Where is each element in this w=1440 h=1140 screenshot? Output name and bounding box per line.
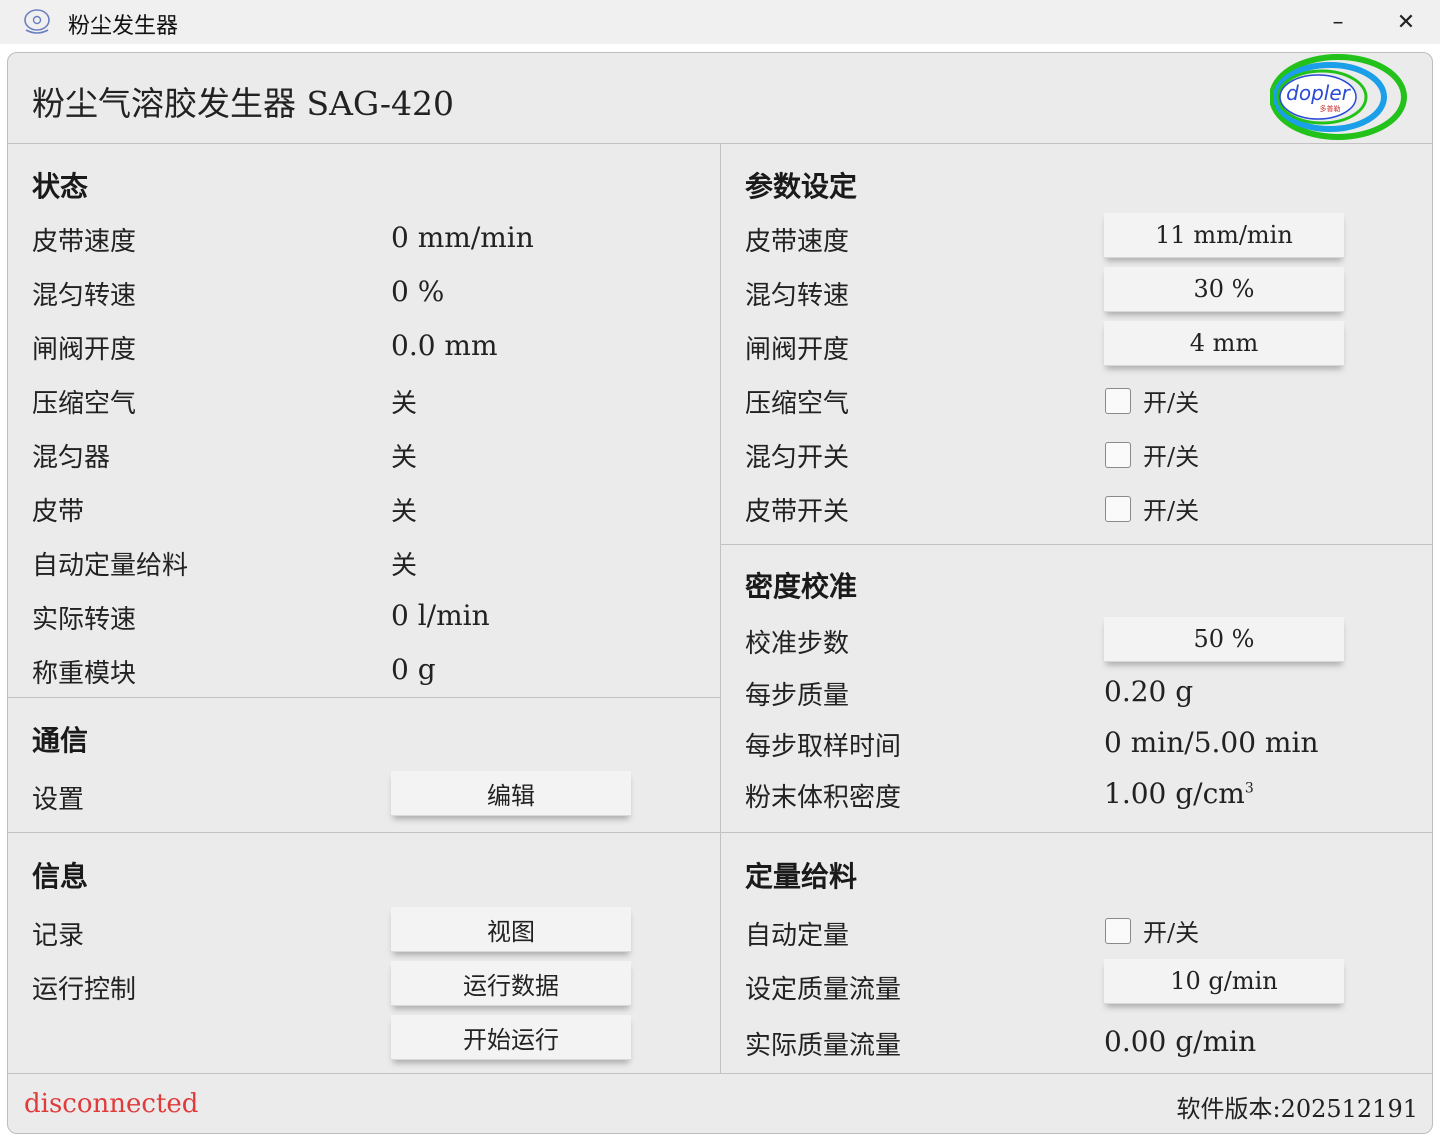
checkbox-label: 开/关	[1143, 389, 1200, 417]
air-checkbox[interactable]: 开/关	[1105, 383, 1199, 418]
mixer-checkbox[interactable]: 开/关	[1105, 437, 1199, 472]
status-value: 0 %	[391, 275, 445, 308]
dopler-logo: dopler 多普勒	[1270, 54, 1407, 140]
app-header: 粉尘气溶胶发生器 SAG-420 dopler 多普勒	[8, 53, 1432, 144]
window-title: 粉尘发生器	[68, 14, 179, 39]
status-label: 压缩空气	[32, 389, 137, 419]
status-value: 关	[391, 497, 418, 527]
title-bar: 粉尘发生器 – ✕	[0, 0, 1440, 44]
bulk-density-number: 1.00 g/cm	[1104, 777, 1245, 810]
param-mix-speed-label: 混匀转速	[745, 281, 850, 311]
info-section-title: 信息	[32, 860, 89, 893]
status-label: 自动定量给料	[32, 551, 189, 581]
status-value: 0 l/min	[391, 599, 490, 632]
sample-time-value: 0 min/5.00 min	[1104, 726, 1319, 759]
mix-speed-input[interactable]: 30 %	[1104, 267, 1344, 312]
status-value: 关	[391, 551, 418, 581]
status-label: 皮带	[32, 497, 85, 527]
software-version: 软件版本:202512191	[1176, 1095, 1418, 1123]
connection-status: disconnected	[24, 1089, 199, 1119]
checkbox-label: 开/关	[1143, 919, 1200, 947]
main-frame: 粉尘气溶胶发生器 SAG-420 dopler 多普勒 状态 皮带速度 0 mm…	[7, 52, 1433, 1134]
sample-time-label: 每步取样时间	[745, 732, 902, 762]
mass-per-step-value: 0.20 g	[1104, 675, 1194, 708]
run-control-label: 运行控制	[32, 975, 137, 1005]
edit-button[interactable]: 编辑	[391, 771, 631, 816]
checkbox-box[interactable]	[1105, 387, 1131, 414]
param-air-label: 压缩空气	[745, 389, 850, 419]
param-valve-label: 闸阀开度	[745, 335, 850, 365]
logo-text: dopler	[1286, 81, 1351, 105]
status-section-title: 状态	[32, 170, 89, 203]
column-divider	[720, 143, 721, 1073]
run-data-button[interactable]: 运行数据	[391, 961, 631, 1006]
bulk-density-value: 1.00 g/cm3	[1104, 777, 1254, 810]
set-flow-input[interactable]: 10 g/min	[1104, 959, 1344, 1004]
set-flow-label: 设定质量流量	[745, 975, 902, 1005]
params-section-title: 参数设定	[745, 170, 858, 203]
status-value: 0 mm/min	[391, 221, 534, 254]
dosing-section-title: 定量给料	[745, 860, 858, 893]
actual-flow-label: 实际质量流量	[745, 1031, 902, 1061]
status-label: 闸阀开度	[32, 335, 137, 365]
status-label: 称重模块	[32, 659, 137, 689]
status-value: 关	[391, 443, 418, 473]
divider-params-density	[721, 544, 1432, 545]
actual-flow-value: 0.00 g/min	[1104, 1025, 1257, 1058]
mass-per-step-label: 每步质量	[745, 681, 850, 711]
checkbox-label: 开/关	[1143, 443, 1200, 471]
comm-section-title: 通信	[32, 724, 89, 757]
bulk-density-label: 粉末体积密度	[745, 783, 902, 813]
density-section-title: 密度校准	[745, 570, 858, 603]
status-label: 实际转速	[32, 605, 137, 635]
steps-label: 校准步数	[745, 629, 850, 659]
status-value: 0 g	[391, 653, 436, 686]
param-mixer-label: 混匀开关	[745, 443, 850, 473]
steps-input[interactable]: 50 %	[1104, 617, 1344, 662]
view-button[interactable]: 视图	[391, 907, 631, 952]
logo-subtext: 多普勒	[1320, 104, 1341, 113]
minimize-button[interactable]: –	[1308, 4, 1368, 40]
close-button[interactable]: ✕	[1376, 4, 1436, 40]
status-label: 混匀器	[32, 443, 111, 473]
close-icon: ✕	[1396, 9, 1416, 35]
start-run-button[interactable]: 开始运行	[391, 1015, 631, 1060]
status-value: 关	[391, 389, 418, 419]
divider-density-dosing	[721, 832, 1432, 833]
bulk-density-exponent: 3	[1244, 780, 1254, 797]
settings-label: 设置	[32, 785, 85, 815]
auto-dosing-checkbox[interactable]: 开/关	[1105, 913, 1199, 948]
checkbox-label: 开/关	[1143, 497, 1200, 525]
divider-footer	[8, 1073, 1432, 1074]
divider-status-comm	[8, 697, 720, 698]
checkbox-box[interactable]	[1105, 495, 1131, 522]
valve-opening-input[interactable]: 4 mm	[1104, 321, 1344, 366]
param-belt-speed-label: 皮带速度	[745, 227, 850, 257]
status-label: 混匀转速	[32, 281, 137, 311]
checkbox-box[interactable]	[1105, 441, 1131, 468]
belt-speed-input[interactable]: 11 mm/min	[1104, 213, 1344, 258]
divider-comm-info	[8, 832, 720, 833]
checkbox-box[interactable]	[1105, 917, 1131, 944]
page-title: 粉尘气溶胶发生器 SAG-420	[32, 84, 455, 123]
belt-checkbox[interactable]: 开/关	[1105, 491, 1199, 526]
device-icon	[24, 9, 50, 34]
param-belt-label: 皮带开关	[745, 497, 850, 527]
auto-dosing-label: 自动定量	[745, 921, 850, 951]
status-value: 0.0 mm	[391, 329, 498, 362]
minimize-icon: –	[1332, 9, 1344, 35]
record-label: 记录	[32, 921, 85, 951]
status-label: 皮带速度	[32, 227, 137, 257]
